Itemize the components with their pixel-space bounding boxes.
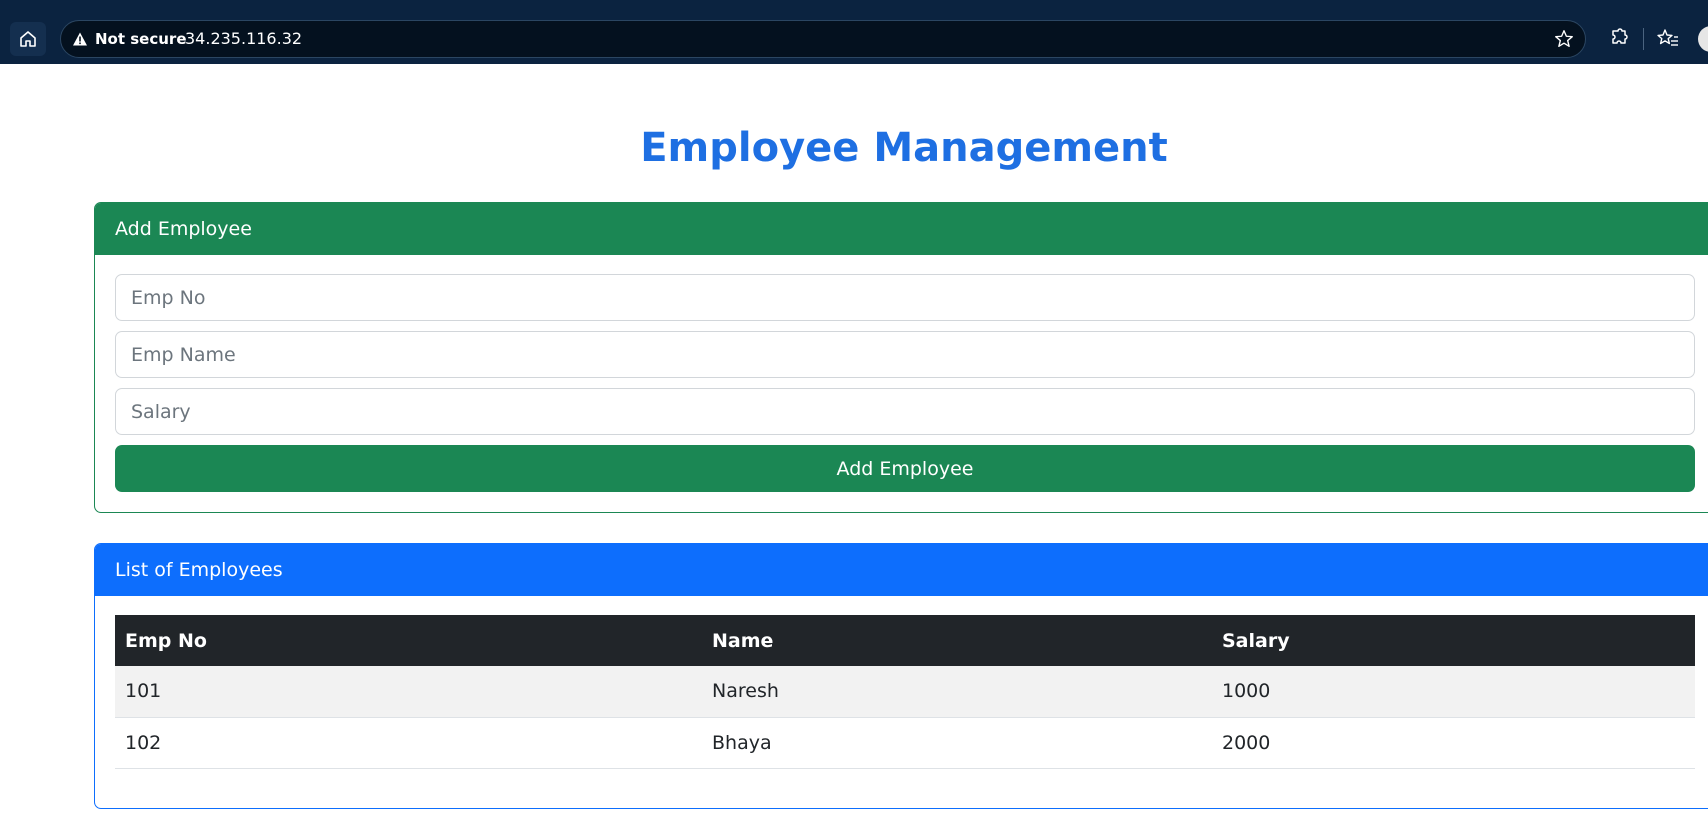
employee-list-card: List of Employees Emp No Name Salary 101… <box>94 543 1708 809</box>
home-icon <box>20 31 36 47</box>
extensions-icon[interactable] <box>1606 27 1630 51</box>
add-employee-button[interactable]: Add Employee <box>115 445 1695 492</box>
employee-list-header: List of Employees <box>95 544 1708 596</box>
emp-name-input[interactable] <box>115 331 1695 378</box>
table-header-row: Emp No Name Salary <box>115 615 1695 666</box>
cell-salary: 1000 <box>1212 666 1695 718</box>
cell-salary: 2000 <box>1212 717 1695 769</box>
cell-emp-no: 102 <box>115 717 702 769</box>
warning-icon <box>73 32 87 46</box>
cell-name: Naresh <box>702 666 1212 718</box>
cell-name: Bhaya <box>702 717 1212 769</box>
column-header-name: Name <box>702 615 1212 666</box>
table-row: 102 Bhaya 2000 <box>115 717 1695 769</box>
employee-table: Emp No Name Salary 101 Naresh 1000 102 B… <box>115 615 1695 769</box>
toolbar-divider <box>1643 28 1644 50</box>
column-header-salary: Salary <box>1212 615 1695 666</box>
salary-input[interactable] <box>115 388 1695 435</box>
emp-no-input[interactable] <box>115 274 1695 321</box>
home-button[interactable] <box>10 22 46 56</box>
column-header-emp-no: Emp No <box>115 615 702 666</box>
add-employee-header: Add Employee <box>95 203 1708 255</box>
security-indicator[interactable]: Not secure <box>95 30 187 48</box>
page-title: Employee Management <box>640 125 1168 171</box>
cell-emp-no: 101 <box>115 666 702 718</box>
address-bar[interactable]: Not secure 34.235.116.32 <box>60 20 1586 58</box>
profile-avatar[interactable] <box>1698 26 1708 52</box>
browser-toolbar: Not secure 34.235.116.32 <box>0 0 1708 64</box>
star-icon[interactable] <box>1553 28 1575 50</box>
table-row: 101 Naresh 1000 <box>115 666 1695 718</box>
add-employee-card: Add Employee Add Employee <box>94 202 1708 513</box>
favorites-icon[interactable] <box>1656 27 1680 51</box>
url-text[interactable]: 34.235.116.32 <box>185 29 302 48</box>
